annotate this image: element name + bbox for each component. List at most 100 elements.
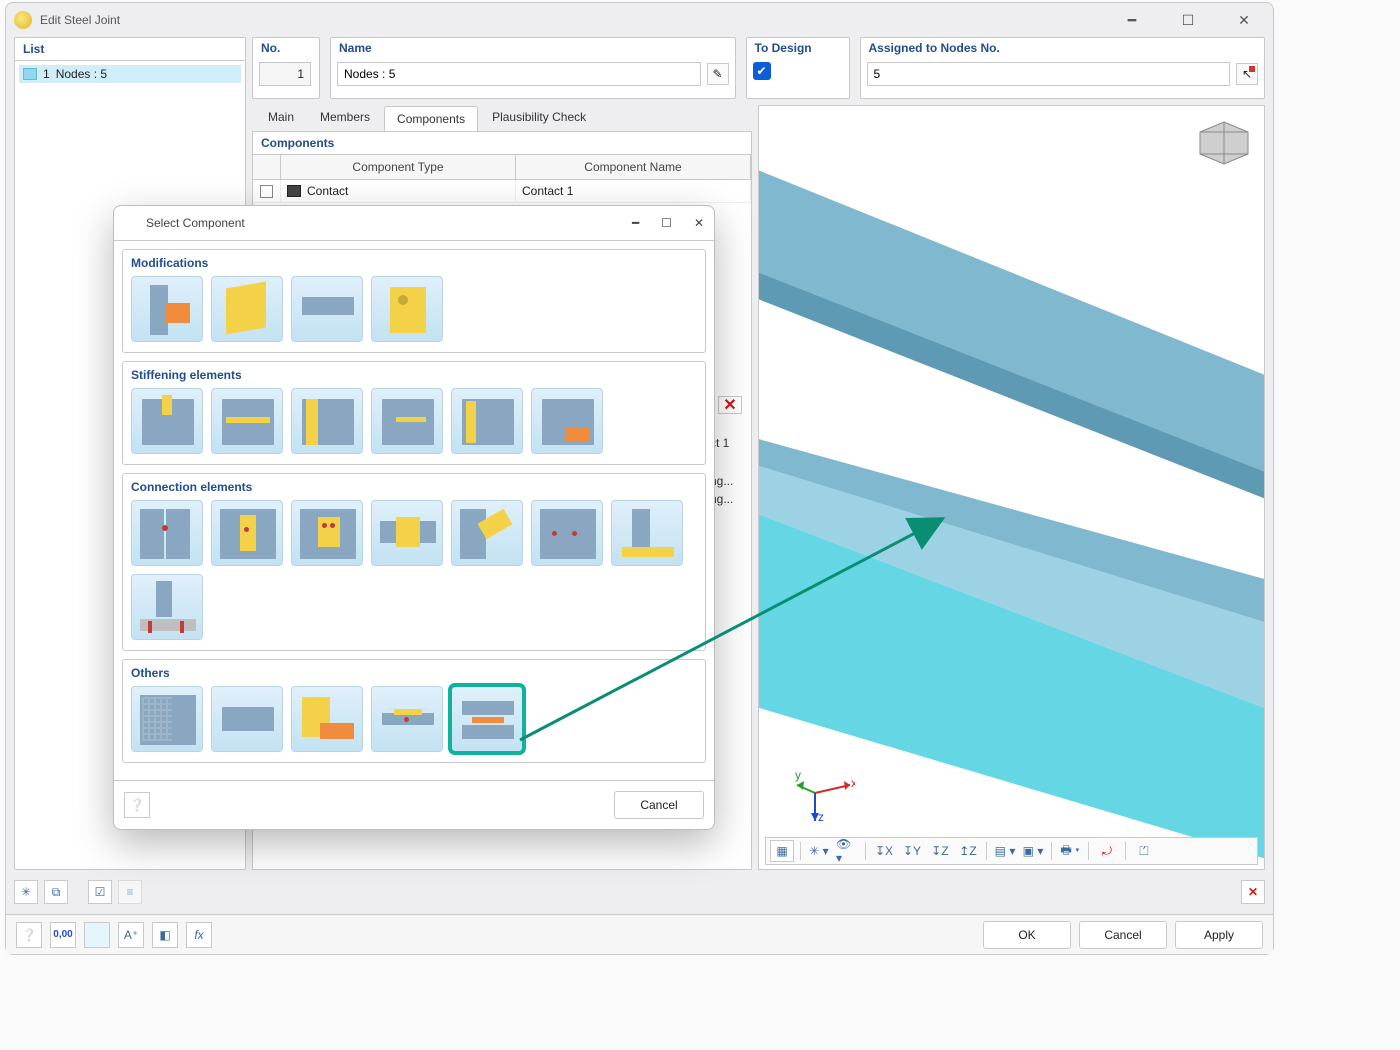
other-packing[interactable] — [371, 686, 443, 752]
row-name: Contact 1 — [516, 180, 751, 202]
mod-notch[interactable] — [291, 276, 363, 342]
layers-button[interactable]: ◧ — [152, 922, 178, 948]
tb-shade-dropdown[interactable]: ▤ ▾ — [993, 840, 1017, 862]
cancel-button[interactable]: Cancel — [1079, 921, 1167, 949]
conn-baseplate-1[interactable] — [611, 500, 683, 566]
tb-view-x[interactable]: ↧X — [872, 840, 896, 862]
stiff-rib-3[interactable] — [291, 388, 363, 454]
conn-endplate[interactable] — [131, 500, 203, 566]
tb-view-mode[interactable]: ▦ — [770, 840, 794, 862]
section-stiffening: Stiffening elements — [122, 361, 706, 465]
tb-print-dropdown[interactable]: 🖶 ▾ — [1058, 840, 1082, 862]
stiff-rib-2[interactable] — [211, 388, 283, 454]
close-button[interactable]: ✕ — [1229, 8, 1259, 32]
tb-axis-dropdown[interactable]: ✳ ▾ — [807, 840, 831, 862]
ok-button[interactable]: OK — [983, 921, 1071, 949]
section-connection: Connection elements — [122, 473, 706, 651]
components-heading: Components — [253, 132, 751, 155]
dialog-minimize-button[interactable]: ━ — [632, 216, 639, 230]
svg-text:y: y — [795, 768, 801, 782]
name-label: Name — [331, 38, 735, 58]
list-item-label: Nodes : 5 — [56, 67, 107, 81]
font-button[interactable]: A⁺ — [118, 922, 144, 948]
other-grid[interactable] — [131, 686, 203, 752]
dialog-help-button[interactable]: ❔ — [124, 792, 150, 818]
mod-plate[interactable] — [211, 276, 283, 342]
delete-button[interactable]: ✕ — [1241, 880, 1265, 904]
tb-view-y[interactable]: ↧Y — [900, 840, 924, 862]
color-swatch — [23, 68, 37, 80]
rename-button[interactable]: ✎ — [707, 63, 729, 85]
tb-reset[interactable]: ⤾ — [1095, 840, 1119, 862]
assigned-input[interactable] — [867, 62, 1231, 86]
dialog-close-button[interactable]: ✕ — [694, 216, 704, 230]
mod-opening[interactable] — [371, 276, 443, 342]
to-design-checkbox[interactable]: ✔ — [753, 62, 771, 80]
list-item-index: 1 — [43, 67, 50, 81]
tb-view-z[interactable]: ↧Z — [928, 840, 952, 862]
conn-splice[interactable] — [371, 500, 443, 566]
app-icon — [14, 11, 32, 29]
svg-text:z: z — [818, 810, 824, 823]
viewport-3d[interactable]: x y z ▦ ✳ ▾ 👁 ▾ ↧X ↧Y ↧Z — [758, 105, 1265, 870]
tb-box-dropdown[interactable]: ▣ ▾ — [1021, 840, 1045, 862]
viewport-toolbar: ▦ ✳ ▾ 👁 ▾ ↧X ↧Y ↧Z ↥Z ▤ ▾ ▣ ▾ 🖶 ▾ ⤾ — [765, 837, 1258, 865]
row-checkbox[interactable] — [260, 185, 273, 198]
stiffening-heading: Stiffening elements — [131, 368, 697, 382]
stiff-rib-5[interactable] — [451, 388, 523, 454]
conn-bolted[interactable] — [531, 500, 603, 566]
footer: ❔ 0,00 A⁺ ◧ fx OK Cancel Apply — [6, 914, 1273, 954]
maximize-button[interactable]: ☐ — [1173, 8, 1203, 32]
minimize-button[interactable]: ━ — [1117, 8, 1147, 32]
color-toggle-button[interactable] — [84, 922, 110, 948]
tab-members[interactable]: Members — [308, 105, 382, 131]
conn-brace[interactable] — [451, 500, 523, 566]
other-haunch[interactable] — [291, 686, 363, 752]
stiff-rib-1[interactable] — [131, 388, 203, 454]
nav-cube[interactable] — [1198, 120, 1250, 166]
delete-row-button[interactable]: ✕ — [718, 396, 742, 414]
row-type: Contact — [307, 184, 348, 198]
dialog-icon — [124, 215, 140, 231]
sort-button[interactable]: ≡ — [118, 880, 142, 904]
no-field: No. 1 — [252, 37, 320, 99]
help-button[interactable]: ❔ — [16, 922, 42, 948]
copy-button[interactable]: ⧉ — [44, 880, 68, 904]
stiff-rib-6[interactable] — [531, 388, 603, 454]
dialog-title: Select Component — [146, 216, 245, 230]
conn-baseplate-2[interactable] — [131, 574, 203, 640]
checklist-button[interactable]: ☑ — [88, 880, 112, 904]
window-title: Edit Steel Joint — [40, 13, 120, 27]
col-component-type: Component Type — [281, 155, 516, 179]
conn-finplate[interactable] — [211, 500, 283, 566]
name-input[interactable] — [337, 62, 701, 86]
apply-button[interactable]: Apply — [1175, 921, 1263, 949]
section-others: Others — [122, 659, 706, 763]
tab-components[interactable]: Components — [384, 106, 478, 132]
no-value[interactable]: 1 — [259, 62, 311, 86]
units-button[interactable]: 0,00 — [50, 922, 76, 948]
list-item[interactable]: 1 Nodes : 5 — [19, 65, 241, 83]
conn-angle[interactable] — [291, 500, 363, 566]
tab-plausibility[interactable]: Plausibility Check — [480, 105, 598, 131]
select-component-dialog: Select Component ━ ☐ ✕ Modifications — [113, 205, 715, 830]
stiff-rib-4[interactable] — [371, 388, 443, 454]
assigned-nodes-field: Assigned to Nodes No. ↖ — [860, 37, 1266, 99]
to-design-label: To Design — [747, 38, 849, 58]
tab-main[interactable]: Main — [256, 105, 306, 131]
dialog-cancel-button[interactable]: Cancel — [614, 791, 704, 819]
assigned-label: Assigned to Nodes No. — [861, 38, 1265, 58]
tb-visibility-dropdown[interactable]: 👁 ▾ — [835, 840, 859, 862]
other-contact[interactable] — [451, 686, 523, 752]
other-section[interactable] — [211, 686, 283, 752]
dialog-maximize-button[interactable]: ☐ — [661, 216, 672, 230]
tb-popout[interactable]: ⏍ — [1132, 840, 1156, 862]
tb-view-neg-z[interactable]: ↥Z — [956, 840, 980, 862]
tab-bar: Main Members Components Plausibility Che… — [252, 105, 752, 131]
fx-button[interactable]: fx — [186, 922, 212, 948]
connection-heading: Connection elements — [131, 480, 697, 494]
mod-cut[interactable] — [131, 276, 203, 342]
pick-nodes-button[interactable]: ↖ — [1236, 63, 1258, 85]
new-button[interactable]: ✳ — [14, 880, 38, 904]
table-row[interactable]: Contact Contact 1 — [253, 180, 751, 203]
